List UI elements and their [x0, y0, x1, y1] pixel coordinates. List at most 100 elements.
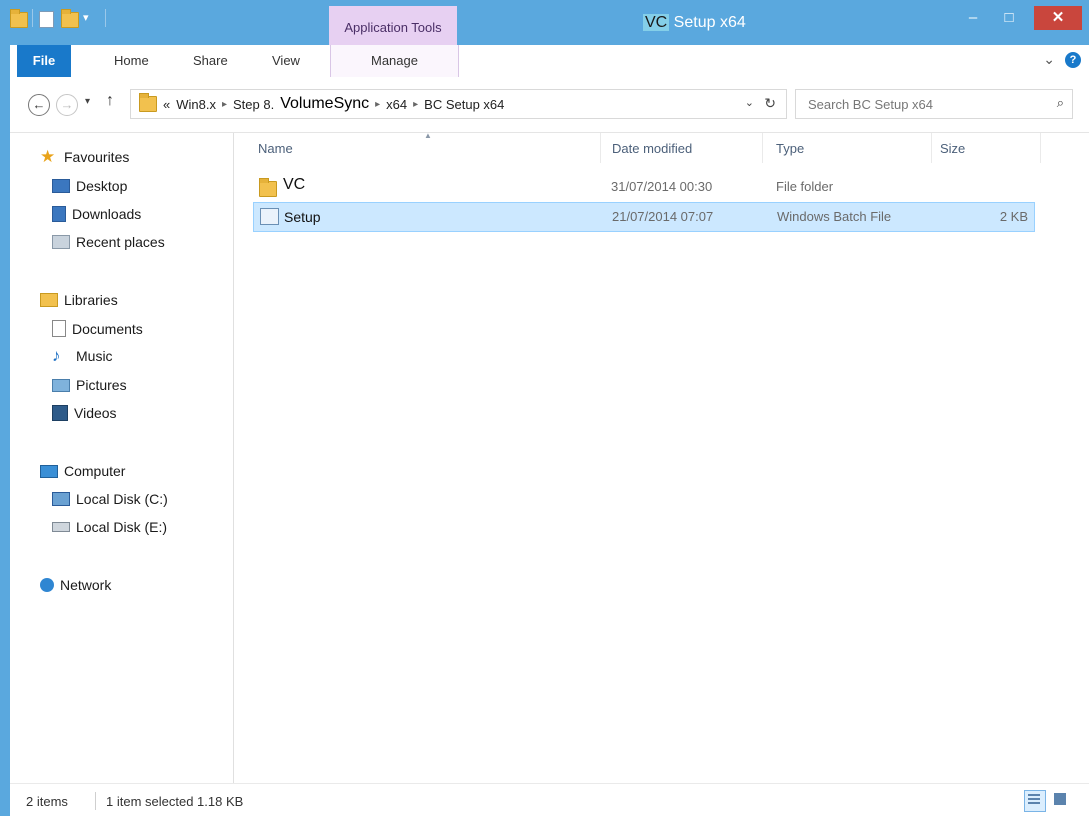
sidebar-item-label: Network: [60, 577, 112, 593]
sidebar-item-downloads[interactable]: Downloads: [52, 206, 141, 222]
documents-icon: [52, 320, 66, 337]
customize-toolbar-icon[interactable]: ▾: [83, 8, 99, 28]
column-divider[interactable]: [762, 133, 763, 163]
column-header-type[interactable]: Type: [776, 141, 804, 156]
sidebar-item-music[interactable]: ♪ Music: [52, 346, 113, 365]
breadcrumb-separator-icon[interactable]: ▸: [222, 99, 227, 110]
file-type: File folder: [776, 179, 834, 194]
libraries-icon: [40, 293, 58, 307]
back-button[interactable]: ←: [28, 94, 50, 116]
ribbon-tab-strip: File Home Share View Manage ⌄ ?: [10, 45, 1089, 77]
sidebar-item-pictures[interactable]: Pictures: [52, 377, 127, 393]
sidebar-item-local-disk-c[interactable]: Local Disk (C:): [52, 491, 168, 507]
computer-icon: [40, 464, 58, 478]
tab-view[interactable]: View: [272, 45, 300, 77]
file-row-vc[interactable]: VC 31/07/2014 00:30 File folder: [253, 173, 1033, 201]
new-folder-icon[interactable]: [61, 8, 79, 28]
music-icon: ♪: [52, 346, 61, 365]
file-name: Setup: [284, 209, 321, 225]
network-icon: [40, 578, 54, 592]
minimize-button[interactable]: –: [958, 6, 988, 30]
large-icons-view-icon: [1054, 793, 1066, 805]
tab-manage[interactable]: Manage: [330, 45, 459, 77]
column-divider[interactable]: [600, 133, 601, 163]
details-view-icon: [1028, 794, 1040, 806]
refresh-button[interactable]: ↻: [764, 95, 776, 112]
status-bar: 2 items 1 item selected 1.18 KB: [10, 783, 1089, 817]
window-title-highlight: VC: [643, 14, 670, 31]
maximize-button[interactable]: □: [994, 6, 1024, 30]
sidebar-item-label: Local Disk (E:): [76, 519, 168, 535]
title-bar: ▾ Application Tools VC Setup x64 – □ ✕: [0, 0, 1089, 45]
large-icons-view-button[interactable]: [1051, 790, 1071, 810]
status-divider: [95, 792, 96, 810]
forward-button[interactable]: →: [56, 94, 78, 116]
file-row-setup[interactable]: Setup 21/07/2014 07:07 Windows Batch Fil…: [253, 202, 1035, 232]
sidebar-item-computer[interactable]: Computer: [40, 463, 125, 479]
close-button[interactable]: ✕: [1034, 6, 1082, 30]
breadcrumb-separator-icon[interactable]: ▸: [413, 99, 418, 110]
file-date: 21/07/2014 07:07: [612, 209, 714, 224]
help-icon[interactable]: ?: [1065, 51, 1081, 68]
ribbon-controls: ⌄ ?: [1043, 51, 1081, 68]
search-input[interactable]: Search BC Setup x64: [808, 97, 933, 112]
breadcrumb-item[interactable]: VolumeSync: [280, 95, 369, 113]
properties-icon[interactable]: [39, 8, 55, 28]
recent-locations-button[interactable]: ▾: [85, 96, 90, 107]
details-view-button[interactable]: [1024, 790, 1046, 812]
sidebar-item-network[interactable]: Network: [40, 577, 111, 593]
sort-ascending-icon: ▲: [424, 131, 432, 140]
item-count: 2 items: [26, 794, 68, 809]
sidebar-item-documents[interactable]: Documents: [52, 320, 143, 337]
breadcrumb-item[interactable]: Win8.x: [176, 97, 216, 112]
file-size: 2 KB: [999, 209, 1028, 224]
file-type: Windows Batch File: [777, 209, 892, 224]
sidebar-item-label: Videos: [74, 405, 117, 421]
quick-access-toolbar: ▾: [10, 8, 106, 28]
address-history-button[interactable]: ⌄: [745, 96, 754, 109]
sidebar-item-label: Downloads: [72, 206, 142, 222]
tab-file[interactable]: File: [17, 45, 71, 77]
sidebar-item-favourites[interactable]: ★ Favourites: [40, 147, 130, 166]
breadcrumb-item[interactable]: Step 8.: [233, 97, 274, 112]
star-icon: ★: [40, 147, 56, 166]
sidebar-item-label: Local Disk (C:): [76, 491, 168, 507]
folder-icon: [139, 93, 157, 112]
search-icon[interactable]: ⌕: [1057, 95, 1064, 111]
sidebar-item-label: Favourites: [64, 149, 130, 165]
tab-share[interactable]: Share: [193, 45, 228, 77]
sidebar-item-recent-places[interactable]: Recent places: [52, 234, 165, 250]
expand-ribbon-icon[interactable]: ⌄: [1043, 51, 1055, 68]
sidebar-item-libraries[interactable]: Libraries: [40, 292, 118, 308]
selection-info: 1 item selected 1.18 KB: [106, 794, 244, 809]
batch-file-icon: [260, 208, 279, 225]
file-list: ▲ Name Date modified Type Size VC 31/07/…: [234, 131, 1089, 783]
sidebar-item-label: Computer: [64, 463, 126, 479]
column-header-size[interactable]: Size: [940, 141, 965, 156]
navigation-bar: ← → ▾ ↑ « Win8.x ▸ Step 8. VolumeSync ▸ …: [10, 77, 1089, 133]
breadcrumb-separator-icon[interactable]: ▸: [375, 99, 380, 110]
search-box[interactable]: Search BC Setup x64 ⌕: [795, 89, 1073, 119]
sidebar-item-desktop[interactable]: Desktop: [52, 178, 127, 194]
address-bar[interactable]: « Win8.x ▸ Step 8. VolumeSync ▸ x64 ▸ BC…: [130, 89, 787, 119]
toolbar-divider: [105, 9, 106, 27]
folder-icon: [259, 178, 277, 197]
tab-home[interactable]: Home: [114, 45, 149, 77]
column-header-date-modified[interactable]: Date modified: [612, 141, 692, 156]
up-button[interactable]: ↑: [106, 92, 114, 110]
column-header-name[interactable]: Name: [258, 141, 293, 156]
breadcrumb-overflow[interactable]: «: [163, 97, 170, 112]
column-divider[interactable]: [1040, 133, 1041, 163]
sidebar-item-videos[interactable]: Videos: [52, 405, 117, 421]
desktop-icon: [52, 179, 70, 193]
breadcrumb-item[interactable]: x64: [386, 97, 407, 112]
sidebar-item-local-disk-e[interactable]: Local Disk (E:): [52, 519, 167, 535]
sidebar-item-label: Pictures: [76, 377, 127, 393]
column-divider[interactable]: [931, 133, 932, 163]
breadcrumb-item[interactable]: BC Setup x64: [424, 97, 504, 112]
sidebar-item-label: Libraries: [64, 292, 118, 308]
file-date: 31/07/2014 00:30: [611, 179, 713, 194]
folder-icon[interactable]: [10, 8, 28, 28]
recent-places-icon: [52, 235, 70, 249]
breadcrumb: « Win8.x ▸ Step 8. VolumeSync ▸ x64 ▸ BC…: [139, 90, 504, 118]
